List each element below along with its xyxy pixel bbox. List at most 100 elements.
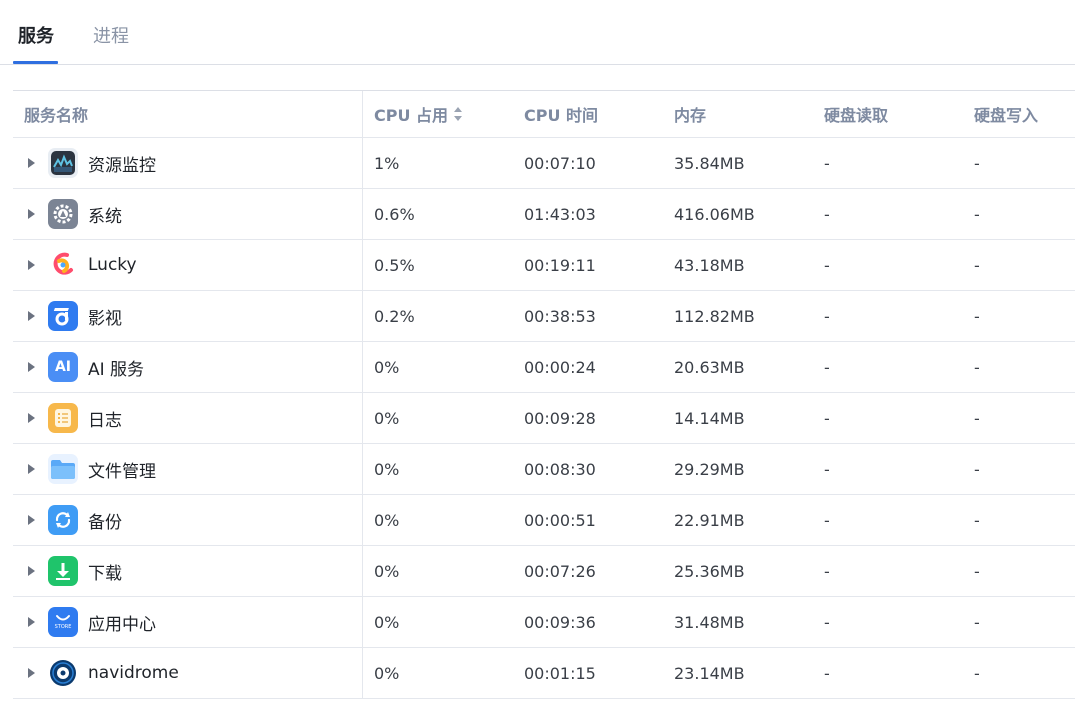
table-header: 服务名称 CPU 占用 CPU 时间 内存 硬盘读取 硬盘写入 bbox=[13, 91, 1075, 138]
cpu-time: 00:00:51 bbox=[524, 510, 596, 530]
table-row[interactable]: STORE 应用中心 0% 00:09:36 31.48MB - - bbox=[13, 597, 1075, 648]
service-name-cell: 文件管理 bbox=[13, 444, 363, 494]
expand-caret-icon[interactable] bbox=[28, 362, 35, 372]
service-name: 应用中心 bbox=[88, 614, 156, 635]
disk-read: - bbox=[824, 306, 830, 326]
column-header-disk-write-label: 硬盘写入 bbox=[974, 106, 1039, 125]
cpu-usage: 0% bbox=[374, 510, 400, 530]
memory: 416.06MB bbox=[674, 204, 755, 224]
memory: 14.14MB bbox=[674, 408, 745, 428]
disk-read: - bbox=[824, 255, 830, 275]
cpu-usage: 1% bbox=[374, 153, 400, 173]
expand-caret-icon[interactable] bbox=[28, 260, 35, 270]
service-name-cell: 下载 bbox=[13, 546, 363, 596]
video-icon bbox=[48, 301, 78, 331]
table-row[interactable]: 备份 0% 00:00:51 22.91MB - - bbox=[13, 495, 1075, 546]
log-icon bbox=[48, 403, 78, 433]
service-name-cell: Lucky bbox=[13, 240, 363, 290]
expand-caret-icon[interactable] bbox=[28, 413, 35, 423]
service-name: Lucky bbox=[88, 255, 137, 275]
disk-write: - bbox=[974, 663, 980, 683]
expand-caret-icon[interactable] bbox=[28, 209, 35, 219]
service-name-cell: AI AI 服务 bbox=[13, 342, 363, 392]
table-row[interactable]: 资源监控 1% 00:07:10 35.84MB - - bbox=[13, 138, 1075, 189]
disk-read: - bbox=[824, 612, 830, 632]
active-tab-indicator bbox=[13, 61, 58, 64]
service-name: 系统 bbox=[88, 206, 122, 227]
app-store-icon: STORE bbox=[48, 607, 78, 637]
table-row[interactable]: navidrome 0% 00:01:15 23.14MB - - bbox=[13, 648, 1075, 699]
expand-caret-icon[interactable] bbox=[28, 617, 35, 627]
table-row[interactable]: AI AI 服务 0% 00:00:24 20.63MB - - bbox=[13, 342, 1075, 393]
service-name: 下载 bbox=[88, 563, 122, 584]
disk-read: - bbox=[824, 561, 830, 581]
service-name: 文件管理 bbox=[88, 461, 156, 482]
folder-icon bbox=[48, 454, 78, 484]
expand-caret-icon[interactable] bbox=[28, 668, 35, 678]
cpu-time: 00:07:10 bbox=[524, 153, 596, 173]
memory: 43.18MB bbox=[674, 255, 745, 275]
cpu-usage: 0% bbox=[374, 663, 400, 683]
disk-write: - bbox=[974, 408, 980, 428]
disk-write: - bbox=[974, 255, 980, 275]
service-name: AI 服务 bbox=[88, 359, 145, 380]
tab-processes[interactable]: 进程 bbox=[93, 22, 129, 48]
cpu-usage: 0% bbox=[374, 408, 400, 428]
expand-caret-icon[interactable] bbox=[28, 158, 35, 168]
cpu-usage: 0% bbox=[374, 459, 400, 479]
expand-caret-icon[interactable] bbox=[28, 566, 35, 576]
service-name-cell: STORE 应用中心 bbox=[13, 597, 363, 647]
table-row[interactable]: 文件管理 0% 00:08:30 29.29MB - - bbox=[13, 444, 1075, 495]
sort-icon[interactable] bbox=[453, 106, 463, 122]
column-header-name-label: 服务名称 bbox=[24, 106, 89, 125]
column-header-name: 服务名称 bbox=[13, 91, 363, 137]
expand-caret-icon[interactable] bbox=[28, 464, 35, 474]
cpu-time: 00:01:15 bbox=[524, 663, 596, 683]
disk-write: - bbox=[974, 357, 980, 377]
cpu-usage: 0% bbox=[374, 612, 400, 632]
service-name: 日志 bbox=[88, 410, 122, 431]
service-name: 影视 bbox=[88, 308, 122, 329]
cpu-usage: 0.5% bbox=[374, 255, 415, 275]
table-row[interactable]: 日志 0% 00:09:28 14.14MB - - bbox=[13, 393, 1075, 444]
cpu-time: 00:08:30 bbox=[524, 459, 596, 479]
service-name-cell: 备份 bbox=[13, 495, 363, 545]
column-header-cpu-label: CPU 占用 bbox=[374, 106, 449, 125]
tab-services[interactable]: 服务 bbox=[18, 22, 54, 48]
memory: 25.36MB bbox=[674, 561, 745, 581]
cpu-usage: 0.6% bbox=[374, 204, 415, 224]
service-name: navidrome bbox=[88, 663, 179, 683]
cpu-time: 00:38:53 bbox=[524, 306, 596, 326]
backup-icon bbox=[48, 505, 78, 535]
column-header-cpu-time-label: CPU 时间 bbox=[524, 106, 599, 125]
table-row[interactable]: Lucky 0.5% 00:19:11 43.18MB - - bbox=[13, 240, 1075, 291]
expand-caret-icon[interactable] bbox=[28, 311, 35, 321]
memory: 20.63MB bbox=[674, 357, 745, 377]
disk-write: - bbox=[974, 612, 980, 632]
table-row[interactable]: 系统 0.6% 01:43:03 416.06MB - - bbox=[13, 189, 1075, 240]
disk-write: - bbox=[974, 153, 980, 173]
disk-read: - bbox=[824, 663, 830, 683]
service-name-cell: 系统 bbox=[13, 189, 363, 239]
service-name-cell: 日志 bbox=[13, 393, 363, 443]
service-name: 备份 bbox=[88, 512, 122, 533]
service-name-cell: 影视 bbox=[13, 291, 363, 341]
navidrome-icon bbox=[48, 658, 78, 688]
disk-read: - bbox=[824, 459, 830, 479]
memory: 31.48MB bbox=[674, 612, 745, 632]
disk-read: - bbox=[824, 510, 830, 530]
column-header-cpu-time: CPU 时间 bbox=[524, 91, 598, 137]
column-header-cpu[interactable]: CPU 占用 bbox=[374, 91, 463, 137]
table-row[interactable]: 影视 0.2% 00:38:53 112.82MB - - bbox=[13, 291, 1075, 342]
disk-write: - bbox=[974, 204, 980, 224]
expand-caret-icon[interactable] bbox=[28, 515, 35, 525]
column-header-disk-write: 硬盘写入 bbox=[974, 91, 1038, 137]
cpu-usage: 0% bbox=[374, 357, 400, 377]
column-header-disk-read: 硬盘读取 bbox=[824, 91, 888, 137]
disk-read: - bbox=[824, 408, 830, 428]
store-icon-text: STORE bbox=[54, 624, 72, 630]
disk-write: - bbox=[974, 459, 980, 479]
table-row[interactable]: 下载 0% 00:07:26 25.36MB - - bbox=[13, 546, 1075, 597]
memory: 112.82MB bbox=[674, 306, 755, 326]
column-header-disk-read-label: 硬盘读取 bbox=[824, 106, 889, 125]
